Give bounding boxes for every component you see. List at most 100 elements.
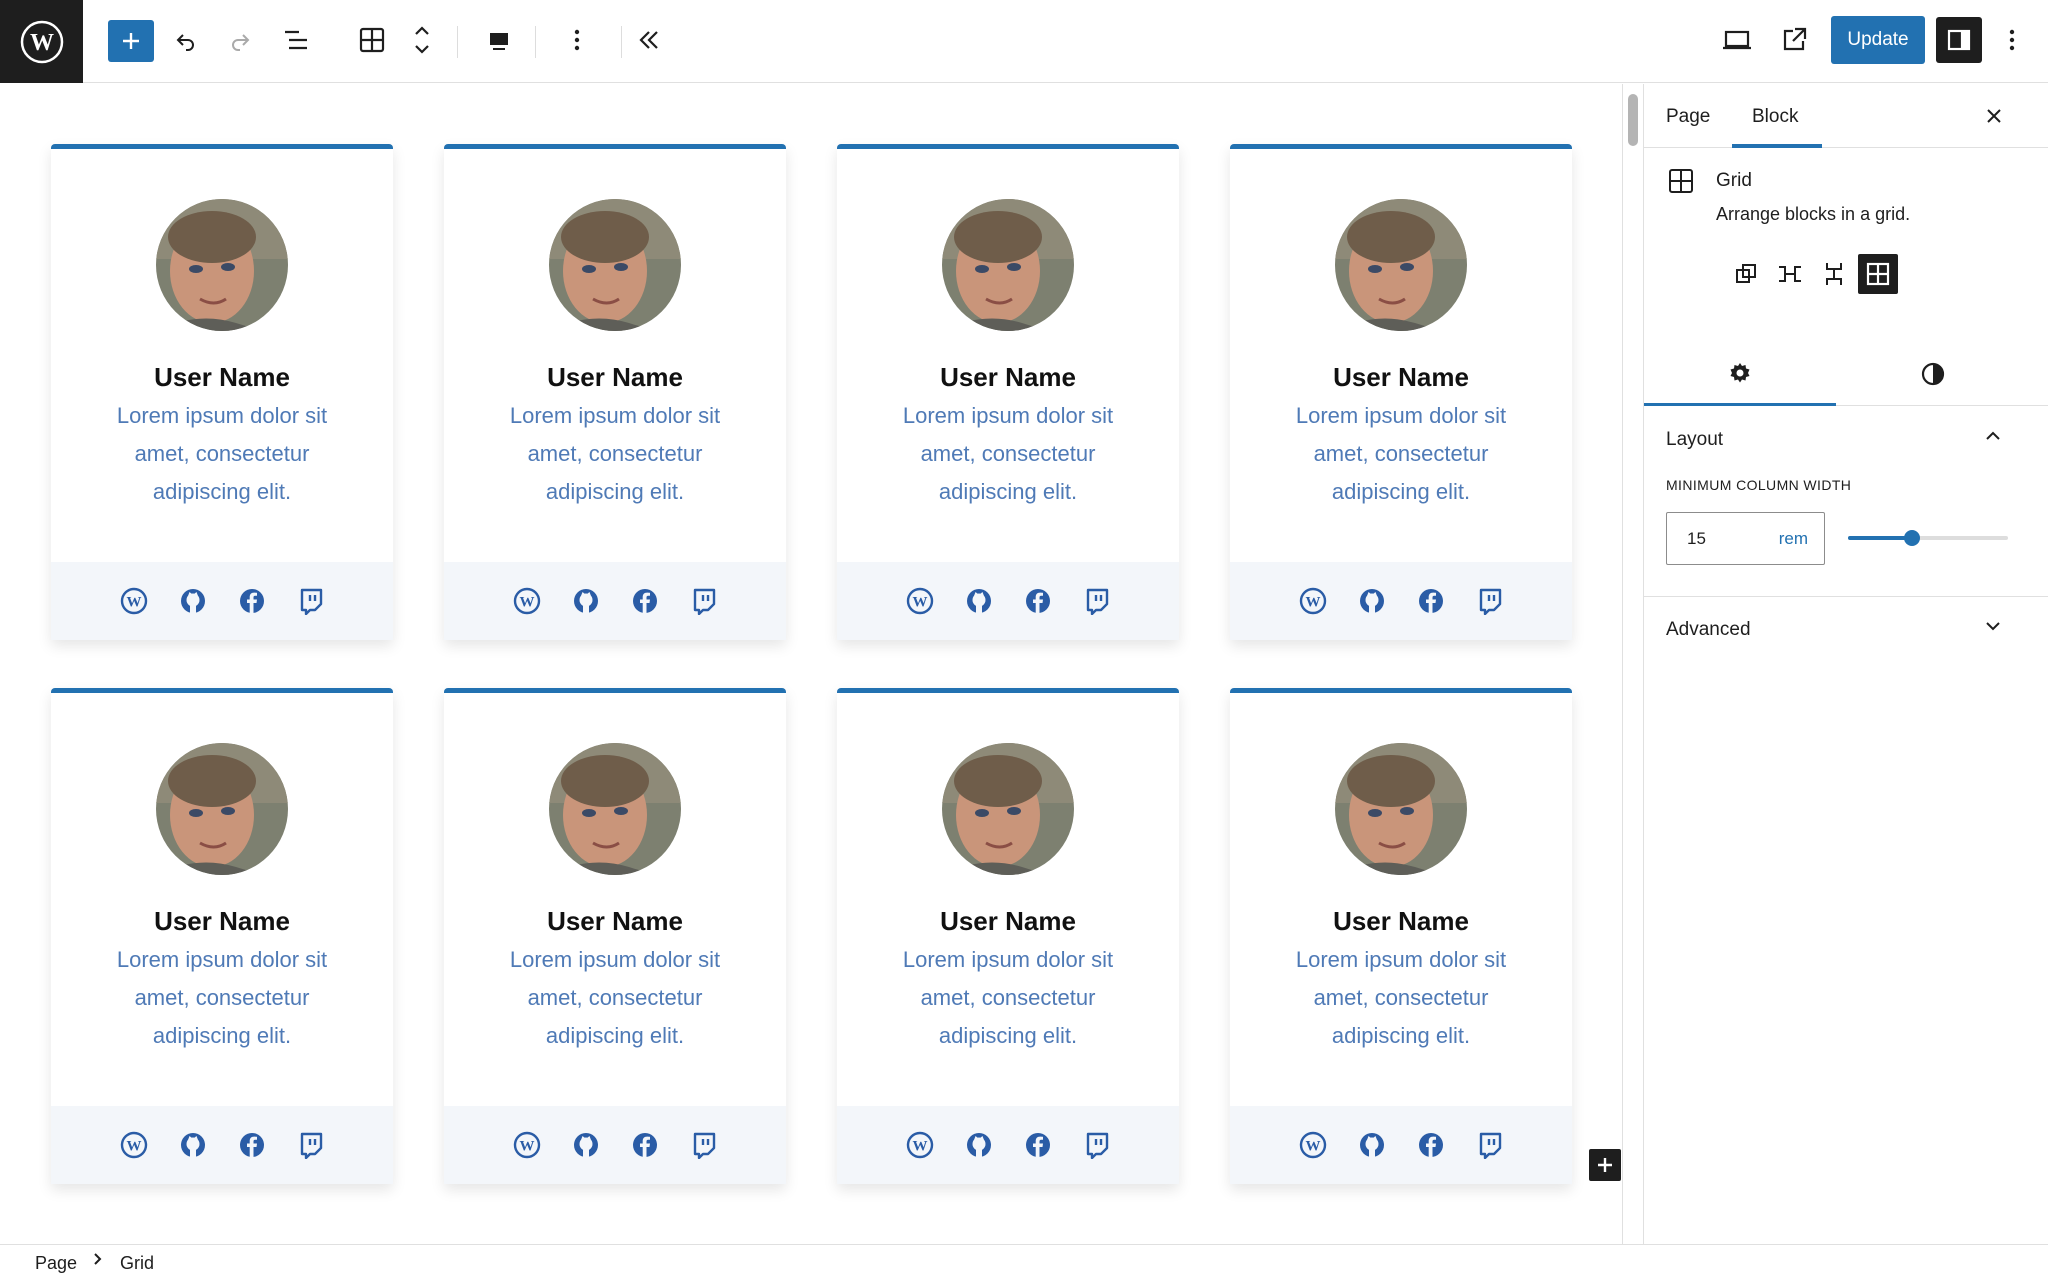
settings-sidebar-toggle[interactable] bbox=[1936, 17, 1982, 63]
facebook-icon[interactable] bbox=[1415, 1129, 1447, 1161]
facebook-icon[interactable] bbox=[629, 1129, 661, 1161]
facebook-icon[interactable] bbox=[1415, 585, 1447, 617]
move-up-down-icon[interactable] bbox=[398, 16, 446, 64]
github-icon[interactable] bbox=[177, 1129, 209, 1161]
settings-sidebar: Page Block Grid Arrange blocks in a grid… bbox=[1643, 84, 2048, 1244]
wordpress-icon[interactable]: W bbox=[1297, 1129, 1329, 1161]
user-name: User Name bbox=[1333, 362, 1469, 392]
min-column-width-slider[interactable] bbox=[1848, 530, 2008, 546]
wordpress-icon[interactable]: W bbox=[118, 585, 150, 617]
grid-block[interactable]: User Name Lorem ipsum dolor sit amet, co… bbox=[51, 144, 1572, 1184]
user-bio: Lorem ipsum dolor sit amet, consectetur … bbox=[509, 947, 721, 1048]
block-options-icon[interactable] bbox=[553, 16, 601, 64]
options-menu-icon[interactable] bbox=[1988, 16, 2036, 64]
svg-text:W: W bbox=[30, 30, 54, 56]
view-page-external-icon[interactable] bbox=[1770, 16, 1818, 64]
wordpress-icon[interactable]: W bbox=[511, 1129, 543, 1161]
grid-variation-icon[interactable] bbox=[1858, 254, 1898, 294]
user-card[interactable]: User Name Lorem ipsum dolor sit amet, co… bbox=[444, 144, 786, 640]
row-variation-icon[interactable] bbox=[1770, 254, 1810, 294]
facebook-icon[interactable] bbox=[1022, 585, 1054, 617]
github-icon[interactable] bbox=[570, 1129, 602, 1161]
twitch-icon[interactable] bbox=[688, 1129, 720, 1161]
update-button[interactable]: Update bbox=[1831, 16, 1925, 64]
breadcrumb-grid[interactable]: Grid bbox=[120, 1253, 154, 1274]
styles-tab[interactable] bbox=[1837, 342, 2029, 406]
wordpress-logo-icon[interactable]: W bbox=[0, 0, 83, 83]
gear-icon bbox=[1730, 362, 1750, 382]
device-preview-icon[interactable] bbox=[1713, 16, 1761, 64]
user-card[interactable]: User Name Lorem ipsum dolor sit amet, co… bbox=[837, 144, 1179, 640]
twitch-icon[interactable] bbox=[295, 585, 327, 617]
tab-page[interactable]: Page bbox=[1666, 106, 1710, 128]
social-links: W bbox=[51, 1106, 393, 1184]
advanced-panel-header[interactable]: Advanced bbox=[1644, 597, 2048, 661]
block-card-description: Arrange blocks in a grid. bbox=[1716, 204, 1911, 224]
tab-block[interactable]: Block bbox=[1752, 106, 1798, 128]
wordpress-icon[interactable]: W bbox=[118, 1129, 150, 1161]
twitch-icon[interactable] bbox=[1081, 1129, 1113, 1161]
svg-text:W: W bbox=[912, 1139, 927, 1155]
github-icon[interactable] bbox=[1356, 1129, 1388, 1161]
github-icon[interactable] bbox=[570, 585, 602, 617]
block-breadcrumb: Page Grid bbox=[0, 1244, 2048, 1279]
breadcrumb-page[interactable]: Page bbox=[35, 1253, 77, 1274]
social-links: W bbox=[837, 562, 1179, 640]
user-avatar bbox=[942, 199, 1074, 331]
facebook-icon[interactable] bbox=[236, 1129, 268, 1161]
unit-select[interactable]: rem bbox=[1779, 529, 1808, 549]
twitch-icon[interactable] bbox=[688, 585, 720, 617]
slider-thumb[interactable] bbox=[1904, 530, 1920, 546]
block-variations bbox=[1726, 254, 1898, 294]
block-inserter-button[interactable] bbox=[108, 20, 154, 62]
user-bio: Lorem ipsum dolor sit amet, consectetur … bbox=[1295, 947, 1507, 1048]
canvas-scrollbar[interactable] bbox=[1628, 94, 1638, 146]
contrast-icon bbox=[1921, 362, 1945, 386]
user-card[interactable]: User Name Lorem ipsum dolor sit amet, co… bbox=[51, 688, 393, 1184]
stack-variation-icon[interactable] bbox=[1814, 254, 1854, 294]
redo-button[interactable] bbox=[216, 16, 264, 64]
github-icon[interactable] bbox=[963, 1129, 995, 1161]
align-icon[interactable] bbox=[475, 16, 523, 64]
undo-button[interactable] bbox=[162, 16, 210, 64]
collapse-toolbar-icon[interactable] bbox=[625, 16, 673, 64]
twitch-icon[interactable] bbox=[1474, 1129, 1506, 1161]
twitch-icon[interactable] bbox=[1474, 585, 1506, 617]
wordpress-icon[interactable]: W bbox=[511, 585, 543, 617]
layout-panel-header[interactable]: Layout bbox=[1644, 407, 2048, 471]
user-bio: Lorem ipsum dolor sit amet, consectetur … bbox=[902, 947, 1114, 1048]
canvas-divider bbox=[1622, 84, 1623, 1244]
facebook-icon[interactable] bbox=[236, 585, 268, 617]
github-icon[interactable] bbox=[177, 585, 209, 617]
close-icon[interactable] bbox=[1974, 96, 2014, 136]
svg-text:W: W bbox=[126, 595, 141, 611]
user-name: User Name bbox=[547, 906, 683, 936]
wordpress-icon[interactable]: W bbox=[904, 1129, 936, 1161]
github-icon[interactable] bbox=[963, 585, 995, 617]
user-bio: Lorem ipsum dolor sit amet, consectetur … bbox=[116, 947, 328, 1048]
facebook-icon[interactable] bbox=[1022, 1129, 1054, 1161]
chevron-up-icon bbox=[1984, 427, 2002, 450]
append-block-button[interactable] bbox=[1589, 1149, 1621, 1181]
inspector-tabs bbox=[1644, 342, 2048, 406]
wordpress-icon[interactable]: W bbox=[1297, 585, 1329, 617]
grid-block-icon[interactable] bbox=[348, 16, 396, 64]
settings-tab[interactable] bbox=[1644, 342, 1836, 406]
facebook-icon[interactable] bbox=[629, 585, 661, 617]
social-links: W bbox=[444, 1106, 786, 1184]
user-card[interactable]: User Name Lorem ipsum dolor sit amet, co… bbox=[837, 688, 1179, 1184]
user-card[interactable]: User Name Lorem ipsum dolor sit amet, co… bbox=[444, 688, 786, 1184]
wordpress-icon[interactable]: W bbox=[904, 585, 936, 617]
min-column-width-input[interactable]: 15 rem bbox=[1666, 512, 1825, 565]
group-variation-icon[interactable] bbox=[1726, 254, 1766, 294]
editor-toolbar: W Update bbox=[0, 0, 2048, 83]
user-name: User Name bbox=[154, 906, 290, 936]
user-card[interactable]: User Name Lorem ipsum dolor sit amet, co… bbox=[1230, 144, 1572, 640]
layout-panel-title: Layout bbox=[1666, 429, 1724, 450]
twitch-icon[interactable] bbox=[1081, 585, 1113, 617]
user-card[interactable]: User Name Lorem ipsum dolor sit amet, co… bbox=[51, 144, 393, 640]
user-card[interactable]: User Name Lorem ipsum dolor sit amet, co… bbox=[1230, 688, 1572, 1184]
twitch-icon[interactable] bbox=[295, 1129, 327, 1161]
document-overview-button[interactable] bbox=[272, 16, 320, 64]
github-icon[interactable] bbox=[1356, 585, 1388, 617]
